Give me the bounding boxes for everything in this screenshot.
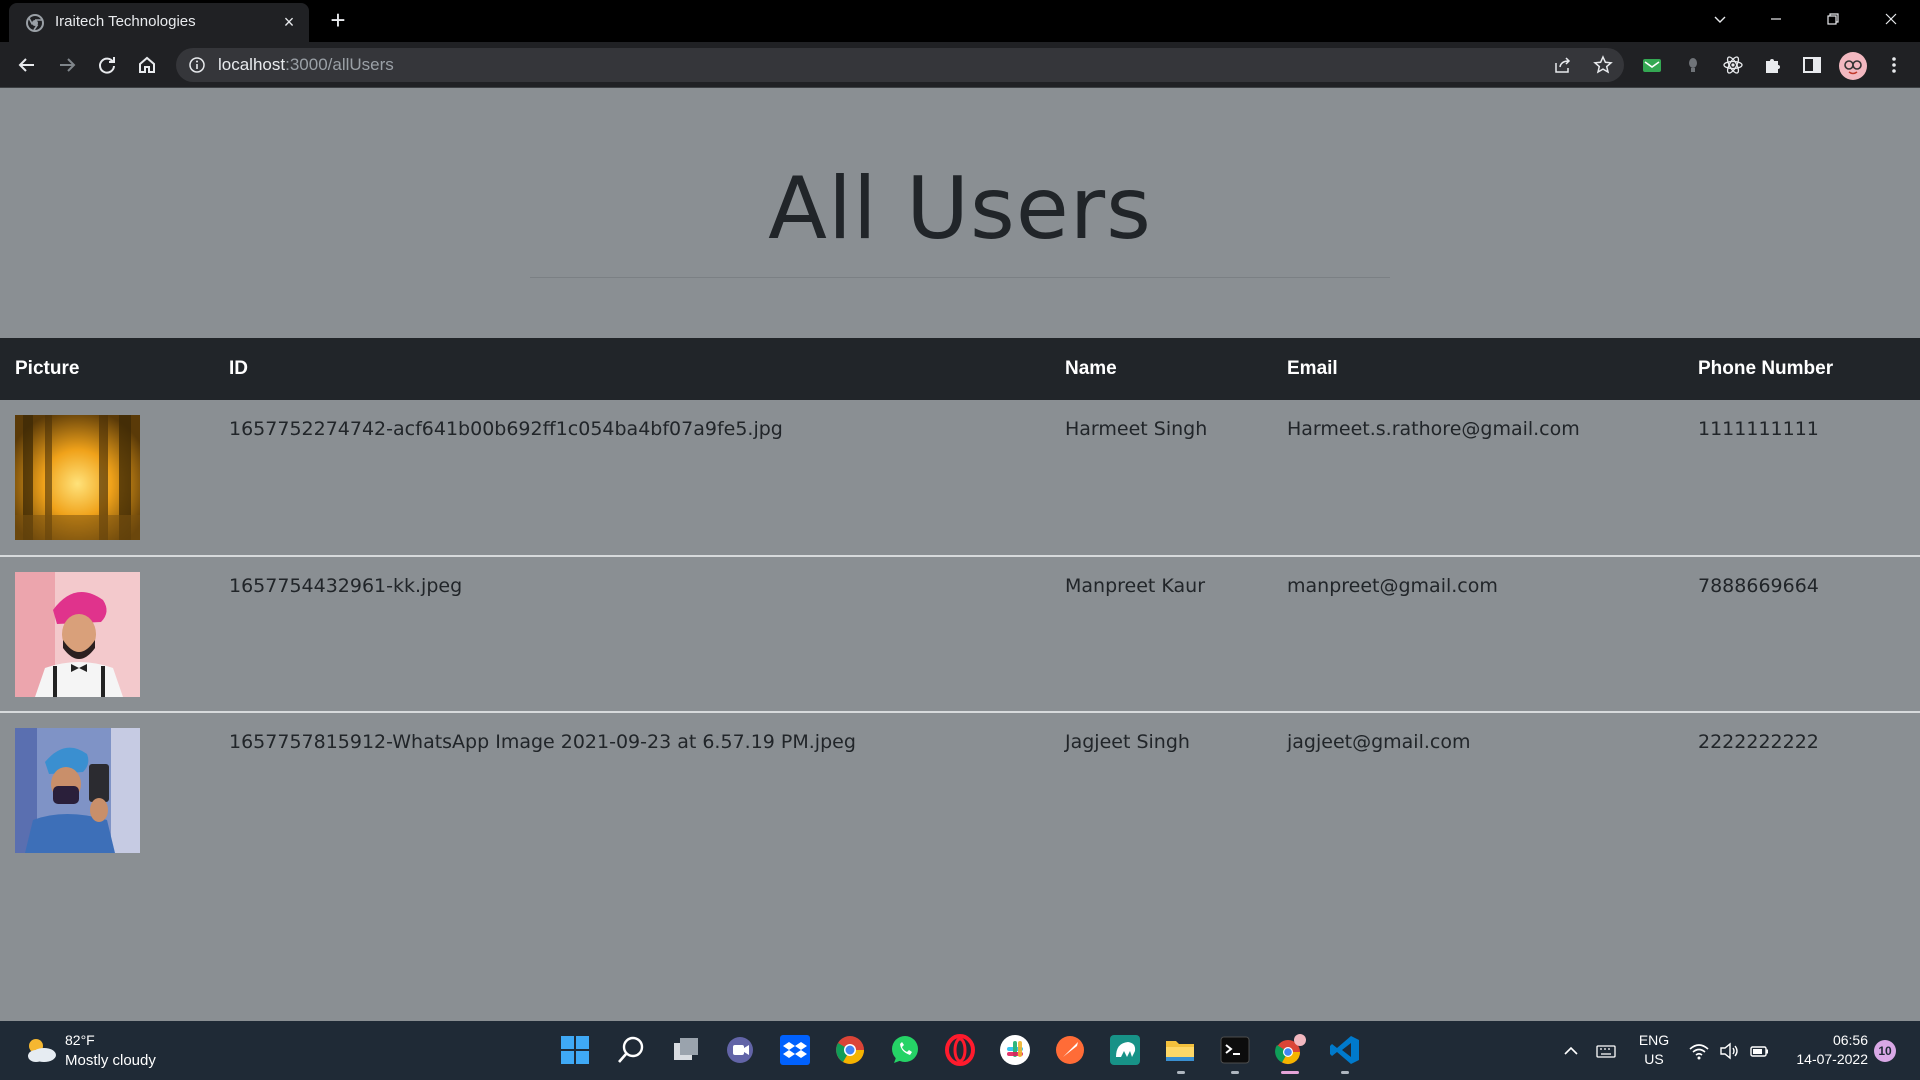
extension-mail-icon[interactable] — [1640, 53, 1664, 77]
browser-tab-active[interactable]: Iraitech Technologies × — [9, 3, 309, 42]
column-header-email: Email — [1287, 358, 1338, 379]
star-icon[interactable] — [1593, 55, 1613, 75]
url-path: :3000/allUsers — [285, 55, 394, 74]
wifi-icon[interactable] — [1688, 1040, 1710, 1062]
browser-toolbar: localhost:3000/allUsers — [0, 42, 1920, 88]
reload-icon[interactable] — [93, 51, 121, 79]
minimize-icon[interactable] — [1761, 7, 1791, 33]
side-panel-icon[interactable] — [1800, 53, 1824, 77]
puzzle-icon[interactable] — [1761, 53, 1785, 77]
user-picture — [15, 728, 140, 853]
user-email-cell: Harmeet.s.rathore@gmail.com — [1287, 418, 1580, 440]
user-name-cell: Harmeet Singh — [1065, 418, 1208, 440]
table-row: 1657754432961-kk.jpeg Manpreet Kaur manp… — [0, 556, 1920, 712]
restore-icon[interactable] — [1818, 7, 1848, 33]
user-id-cell: 1657757815912-WhatsApp Image 2021-09-23 … — [229, 731, 856, 753]
more-icon[interactable] — [1882, 53, 1906, 77]
vscode-icon[interactable] — [1328, 1033, 1362, 1067]
region-code: US — [1644, 1051, 1664, 1067]
weather-temperature[interactable]: 82°F — [65, 1032, 95, 1048]
address-bar[interactable]: localhost:3000/allUsers — [176, 48, 1624, 82]
chevron-up-icon[interactable] — [1560, 1040, 1582, 1062]
table-header-row: Picture ID Name Email Phone Number — [0, 338, 1920, 400]
chrome-profile-icon[interactable] — [1273, 1033, 1307, 1067]
weather-description[interactable]: Mostly cloudy — [65, 1052, 156, 1069]
plus-icon[interactable]: + — [324, 6, 352, 34]
chrome-icon[interactable] — [833, 1033, 867, 1067]
running-indicator — [1177, 1071, 1185, 1074]
language-code: ENG — [1638, 1032, 1670, 1048]
taskbar: 82°F Mostly cloudy ENG US 06:56 14-07-20… — [0, 1021, 1920, 1080]
browser-tabstrip: Iraitech Technologies × + — [0, 0, 1920, 42]
user-email-cell: manpreet@gmail.com — [1287, 575, 1498, 597]
terminal-icon[interactable] — [1218, 1033, 1252, 1067]
teams-icon[interactable] — [723, 1033, 757, 1067]
chevron-down-icon[interactable] — [1705, 7, 1735, 33]
picture-cell — [0, 400, 214, 556]
notification-badge[interactable]: 10 — [1874, 1040, 1896, 1062]
info-icon[interactable] — [188, 56, 206, 74]
column-header-id: ID — [229, 358, 248, 379]
user-picture — [15, 572, 140, 697]
share-icon[interactable] — [1553, 55, 1573, 75]
keyboard-icon[interactable] — [1595, 1040, 1617, 1062]
close-icon[interactable]: × — [279, 12, 299, 32]
user-id-cell: 1657752274742-acf641b00b692ff1c054ba4bf0… — [229, 418, 783, 440]
back-icon[interactable] — [13, 51, 41, 79]
table-row: 1657757815912-WhatsApp Image 2021-09-23 … — [0, 712, 1920, 868]
volume-icon[interactable] — [1718, 1040, 1740, 1062]
clock-time: 06:56 — [1832, 1032, 1868, 1048]
column-header-name: Name — [1065, 358, 1117, 379]
tab-title: Iraitech Technologies — [55, 13, 196, 30]
picture-cell — [0, 712, 214, 868]
task-view-icon[interactable] — [669, 1033, 703, 1067]
user-phone-cell: 7888669664 — [1698, 575, 1819, 597]
page-content: All Users Picture ID Name Email Phone Nu… — [0, 89, 1920, 1021]
active-indicator — [1281, 1071, 1299, 1074]
column-header-picture: Picture — [15, 358, 80, 379]
file-explorer-icon[interactable] — [1163, 1033, 1197, 1067]
users-table: Picture ID Name Email Phone Number 16577… — [0, 338, 1920, 868]
chrome-favicon-icon — [26, 14, 44, 32]
url-host: localhost — [218, 55, 286, 74]
slack-icon[interactable] — [998, 1033, 1032, 1067]
clock[interactable]: 06:56 14-07-2022 — [1780, 1031, 1868, 1069]
postman-icon[interactable] — [1053, 1033, 1087, 1067]
extension-atom-icon[interactable] — [1721, 53, 1745, 77]
user-phone-cell: 1111111111 — [1698, 418, 1819, 440]
picture-cell — [0, 556, 214, 712]
search-icon[interactable] — [614, 1033, 648, 1067]
url-text[interactable]: localhost:3000/allUsers — [218, 55, 394, 75]
home-icon[interactable] — [133, 51, 161, 79]
language-indicator[interactable]: ENG US — [1638, 1031, 1670, 1069]
gitkraken-icon[interactable] — [1108, 1033, 1142, 1067]
close-window-icon[interactable] — [1876, 7, 1906, 33]
opera-icon[interactable] — [943, 1033, 977, 1067]
column-header-phone: Phone Number — [1698, 358, 1834, 379]
page-title: All Users — [768, 159, 1152, 259]
windows-start-icon[interactable] — [558, 1033, 592, 1067]
user-email-cell: jagjeet@gmail.com — [1287, 731, 1471, 753]
extension-bulb-icon[interactable] — [1681, 53, 1705, 77]
dropbox-icon[interactable] — [778, 1033, 812, 1067]
weather-icon[interactable] — [24, 1036, 58, 1064]
user-name-cell: Jagjeet Singh — [1065, 731, 1190, 753]
forward-icon[interactable] — [53, 51, 81, 79]
user-picture — [15, 415, 140, 540]
running-indicator — [1341, 1071, 1349, 1074]
user-phone-cell: 2222222222 — [1698, 731, 1819, 753]
title-divider — [530, 277, 1390, 278]
table-row: 1657752274742-acf641b00b692ff1c054ba4bf0… — [0, 400, 1920, 556]
whatsapp-icon[interactable] — [888, 1033, 922, 1067]
profile-avatar[interactable] — [1839, 52, 1867, 80]
battery-icon[interactable] — [1749, 1040, 1771, 1062]
user-id-cell: 1657754432961-kk.jpeg — [229, 575, 463, 597]
running-indicator — [1231, 1071, 1239, 1074]
clock-date: 14-07-2022 — [1796, 1051, 1868, 1067]
user-name-cell: Manpreet Kaur — [1065, 575, 1206, 597]
